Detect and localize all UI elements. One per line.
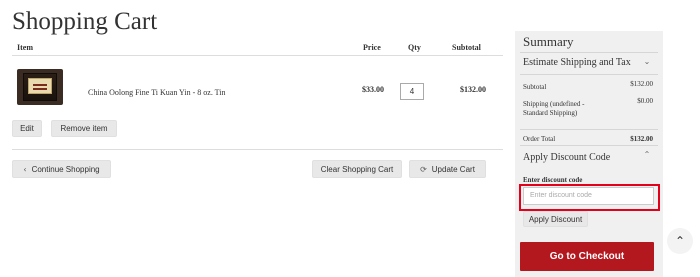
product-subtotal: $132.00 xyxy=(460,85,486,94)
shipping-value: $0.00 xyxy=(637,97,653,105)
remove-item-button[interactable]: Remove item xyxy=(51,120,117,137)
order-total-label: Order Total xyxy=(523,135,556,143)
clear-cart-button[interactable]: Clear Shopping Cart xyxy=(312,160,402,178)
divider xyxy=(520,74,658,75)
product-image[interactable] xyxy=(17,69,63,105)
continue-shopping-label: Continue Shopping xyxy=(31,164,100,174)
edit-button[interactable]: Edit xyxy=(12,120,42,137)
apply-discount-toggle[interactable]: Apply Discount Code xyxy=(523,152,610,163)
subtotal-label: Subtotal xyxy=(523,83,547,91)
chevron-up-icon[interactable]: ⌃ xyxy=(643,151,651,159)
divider xyxy=(520,129,658,130)
order-total-value: $132.00 xyxy=(630,135,653,143)
cart-row: China Oolong Fine Ti Kuan Yin - 8 oz. Ti… xyxy=(12,56,503,116)
chevron-up-icon: ⌃ xyxy=(674,234,686,248)
continue-shopping-button[interactable]: ‹ Continue Shopping xyxy=(12,160,111,178)
update-cart-label: Update Cart xyxy=(431,164,475,174)
estimate-shipping-toggle[interactable]: Estimate Shipping and Tax xyxy=(523,57,631,68)
header-price: Price xyxy=(363,43,381,52)
summary-title: Summary xyxy=(523,34,574,49)
scroll-to-top-button[interactable]: ⌃ xyxy=(667,228,693,254)
header-qty: Qty xyxy=(408,43,421,52)
order-summary: Summary Estimate Shipping and Tax ⌄ Subt… xyxy=(515,31,663,277)
header-item: Item xyxy=(17,43,33,52)
cart-table-header: Item Price Qty Subtotal xyxy=(12,39,503,56)
apply-discount-button[interactable]: Apply Discount xyxy=(523,211,588,227)
chevron-down-icon[interactable]: ⌄ xyxy=(643,58,651,66)
header-subtotal: Subtotal xyxy=(452,43,481,52)
divider xyxy=(12,149,503,150)
product-price: $33.00 xyxy=(362,85,384,94)
product-name-link[interactable]: China Oolong Fine Ti Kuan Yin - 8 oz. Ti… xyxy=(88,88,226,97)
chevron-left-icon: ‹ xyxy=(23,164,27,174)
checkout-button[interactable]: Go to Checkout xyxy=(520,242,654,271)
page-title: Shopping Cart xyxy=(12,8,158,35)
shipping-label: Shipping (undefined - Standard Shipping) xyxy=(523,100,585,117)
discount-code-label: Enter discount code xyxy=(523,176,583,184)
update-cart-button[interactable]: ⟳ Update Cart xyxy=(409,160,486,178)
divider xyxy=(520,52,658,53)
discount-code-input[interactable]: Enter discount code xyxy=(523,187,654,205)
subtotal-value: $132.00 xyxy=(630,80,653,88)
cart-table: Item Price Qty Subtotal China Oolong Fin… xyxy=(12,39,503,116)
quantity-input[interactable]: 4 xyxy=(400,83,424,100)
refresh-icon: ⟳ xyxy=(420,164,427,174)
divider xyxy=(520,145,658,146)
